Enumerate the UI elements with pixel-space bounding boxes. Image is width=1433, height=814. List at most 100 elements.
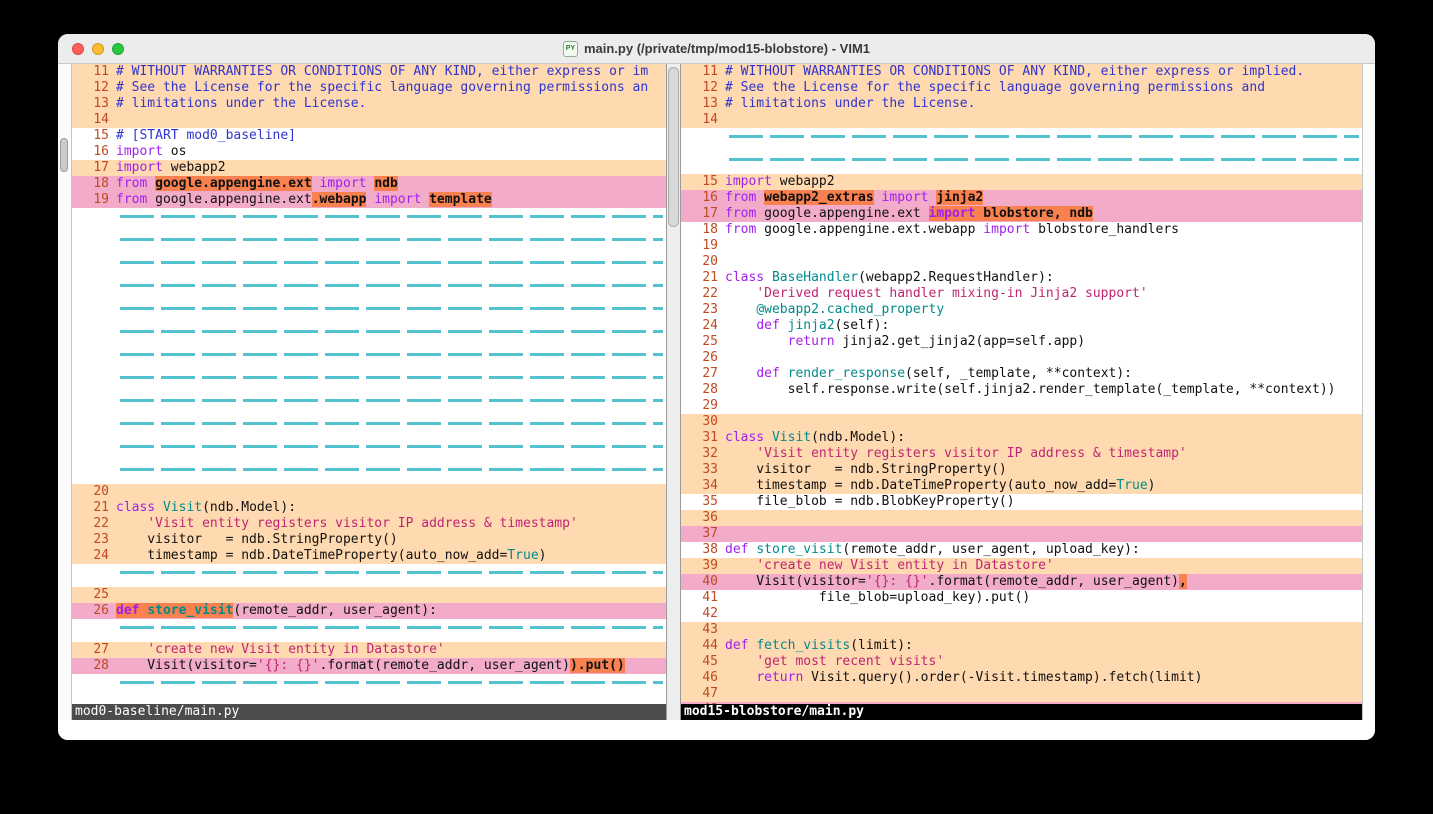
- code-line[interactable]: 28 Visit(visitor='{}: {}'.format(remote_…: [72, 658, 666, 674]
- deleted-line-dashes: [120, 445, 663, 448]
- right-scrollbar[interactable]: [1362, 64, 1375, 720]
- code-line[interactable]: 27 def render_response(self, _template, …: [681, 366, 1362, 382]
- left-scrollbar[interactable]: [58, 64, 72, 720]
- code-line[interactable]: 25: [72, 587, 666, 603]
- code-line[interactable]: 25 return jinja2.get_jinja2(app=self.app…: [681, 334, 1362, 350]
- code-line[interactable]: 37: [681, 526, 1362, 542]
- code-line[interactable]: 40 Visit(visitor='{}: {}'.format(remote_…: [681, 574, 1362, 590]
- code-line[interactable]: 11# WITHOUT WARRANTIES OR CONDITIONS OF …: [72, 64, 666, 80]
- code-line[interactable]: 22 'Visit entity registers visitor IP ad…: [72, 516, 666, 532]
- minimize-button[interactable]: [92, 43, 104, 55]
- code-text: class BaseHandler(webapp2.RequestHandler…: [725, 270, 1362, 286]
- filler-line: [72, 261, 666, 277]
- code-line[interactable]: 17import webapp2: [72, 160, 666, 176]
- code-line[interactable]: 19: [681, 238, 1362, 254]
- code-text: self.response.write(self.jinja2.render_t…: [725, 382, 1362, 398]
- code-line[interactable]: 12# See the License for the specific lan…: [681, 80, 1362, 96]
- line-number: 26: [681, 350, 725, 366]
- line-number: 34: [681, 478, 725, 494]
- code-line[interactable]: 31class Visit(ndb.Model):: [681, 430, 1362, 446]
- deleted-line-dashes: [729, 158, 1359, 161]
- right-code-area[interactable]: 11# WITHOUT WARRANTIES OR CONDITIONS OF …: [681, 64, 1362, 704]
- code-line[interactable]: 24 def jinja2(self):: [681, 318, 1362, 334]
- line-number: 24: [681, 318, 725, 334]
- deleted-line-dashes: [120, 330, 663, 333]
- code-line[interactable]: 23 @webapp2.cached_property: [681, 302, 1362, 318]
- code-line[interactable]: 19from google.appengine.ext.webapp impor…: [72, 192, 666, 208]
- code-text: 'Derived request handler mixing-in Jinja…: [725, 286, 1362, 302]
- code-line[interactable]: 32 'Visit entity registers visitor IP ad…: [681, 446, 1362, 462]
- code-line[interactable]: 42: [681, 606, 1362, 622]
- code-line[interactable]: 39 'create new Visit entity in Datastore…: [681, 558, 1362, 574]
- code-line[interactable]: 14: [72, 112, 666, 128]
- line-number: 21: [72, 500, 116, 516]
- line-number: 42: [681, 606, 725, 622]
- left-statusline[interactable]: mod0-baseline/main.py: [72, 704, 666, 720]
- code-line[interactable]: 45 'get most recent visits': [681, 654, 1362, 670]
- code-line[interactable]: 28 self.response.write(self.jinja2.rende…: [681, 382, 1362, 398]
- code-text: from google.appengine.ext.webapp import …: [725, 222, 1362, 238]
- line-number: 30: [681, 414, 725, 430]
- code-line[interactable]: 33 visitor = ndb.StringProperty(): [681, 462, 1362, 478]
- code-line[interactable]: 18from google.appengine.ext import ndb: [72, 176, 666, 192]
- code-line[interactable]: 46 return Visit.query().order(-Visit.tim…: [681, 670, 1362, 686]
- code-line[interactable]: 23 visitor = ndb.StringProperty(): [72, 532, 666, 548]
- code-line[interactable]: 16import os: [72, 144, 666, 160]
- left-code-area[interactable]: 11# WITHOUT WARRANTIES OR CONDITIONS OF …: [72, 64, 666, 704]
- code-line[interactable]: 24 timestamp = ndb.DateTimeProperty(auto…: [72, 548, 666, 564]
- line-number: 31: [681, 430, 725, 446]
- right-statusline[interactable]: mod15-blobstore/main.py: [681, 704, 1362, 720]
- line-number: 19: [681, 238, 725, 254]
- code-line[interactable]: 44def fetch_visits(limit):: [681, 638, 1362, 654]
- line-number: 25: [681, 334, 725, 350]
- filler-line: [72, 422, 666, 438]
- window-titlebar[interactable]: PY main.py (/private/tmp/mod15-blobstore…: [58, 34, 1375, 64]
- split-view: 11# WITHOUT WARRANTIES OR CONDITIONS OF …: [58, 64, 1375, 720]
- code-text: class Visit(ndb.Model):: [116, 500, 666, 516]
- vim-window: PY main.py (/private/tmp/mod15-blobstore…: [58, 34, 1375, 740]
- code-line[interactable]: 26: [681, 350, 1362, 366]
- code-line[interactable]: 36: [681, 510, 1362, 526]
- code-line[interactable]: 15# [START mod0_baseline]: [72, 128, 666, 144]
- code-line[interactable]: 26def store_visit(remote_addr, user_agen…: [72, 603, 666, 619]
- line-number: 27: [72, 642, 116, 658]
- code-text: timestamp = ndb.DateTimeProperty(auto_no…: [116, 548, 666, 564]
- code-line[interactable]: 14: [681, 112, 1362, 128]
- code-line[interactable]: 15import webapp2: [681, 174, 1362, 190]
- code-line[interactable]: 13# limitations under the License.: [72, 96, 666, 112]
- line-number: 21: [681, 270, 725, 286]
- code-line[interactable]: 29: [681, 398, 1362, 414]
- code-line[interactable]: 43: [681, 622, 1362, 638]
- code-line[interactable]: 30: [681, 414, 1362, 430]
- deleted-line-dashes: [120, 307, 663, 310]
- code-text: return jinja2.get_jinja2(app=self.app): [725, 334, 1362, 350]
- left-scrollbar-thumb[interactable]: [60, 138, 68, 172]
- code-line[interactable]: 21class BaseHandler(webapp2.RequestHandl…: [681, 270, 1362, 286]
- split-scrollbar-thumb[interactable]: [668, 67, 679, 227]
- code-text: visitor = ndb.StringProperty(): [116, 532, 666, 548]
- code-line[interactable]: 22 'Derived request handler mixing-in Ji…: [681, 286, 1362, 302]
- code-line[interactable]: 34 timestamp = ndb.DateTimeProperty(auto…: [681, 478, 1362, 494]
- line-number: 47: [681, 686, 725, 702]
- code-line[interactable]: 41 file_blob=upload_key).put(): [681, 590, 1362, 606]
- code-text: import webapp2: [725, 174, 1362, 190]
- code-line[interactable]: 21class Visit(ndb.Model):: [72, 500, 666, 516]
- code-line[interactable]: 38def store_visit(remote_addr, user_agen…: [681, 542, 1362, 558]
- code-line[interactable]: 11# WITHOUT WARRANTIES OR CONDITIONS OF …: [681, 64, 1362, 80]
- zoom-button[interactable]: [112, 43, 124, 55]
- code-line[interactable]: 20: [681, 254, 1362, 270]
- line-number: 20: [681, 254, 725, 270]
- close-button[interactable]: [72, 43, 84, 55]
- code-line[interactable]: 18from google.appengine.ext.webapp impor…: [681, 222, 1362, 238]
- code-line[interactable]: 27 'create new Visit entity in Datastore…: [72, 642, 666, 658]
- code-line[interactable]: 47: [681, 686, 1362, 702]
- code-line[interactable]: 16from webapp2_extras import jinja2: [681, 190, 1362, 206]
- code-line[interactable]: 20: [72, 484, 666, 500]
- code-line[interactable]: 13# limitations under the License.: [681, 96, 1362, 112]
- code-line[interactable]: 35 file_blob = ndb.BlobKeyProperty(): [681, 494, 1362, 510]
- line-number: 14: [72, 112, 116, 128]
- split-separator-scrollbar[interactable]: [666, 64, 681, 720]
- code-line[interactable]: 12# See the License for the specific lan…: [72, 80, 666, 96]
- line-number: 11: [72, 64, 116, 80]
- code-line[interactable]: 17from google.appengine.ext import blobs…: [681, 206, 1362, 222]
